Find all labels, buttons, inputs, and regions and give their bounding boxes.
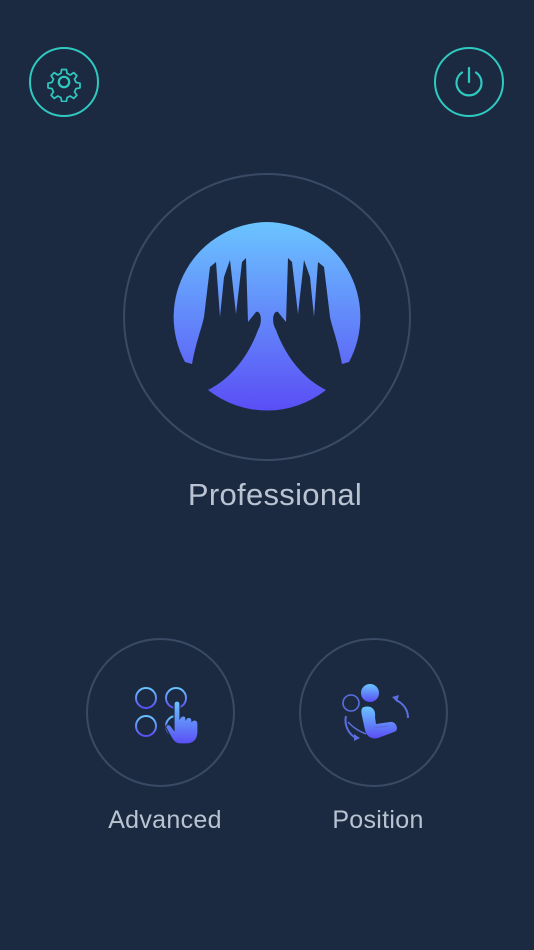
professional-icon-wrapper[interactable]	[172, 222, 362, 412]
power-button[interactable]	[434, 47, 504, 117]
gear-icon	[47, 68, 81, 102]
power-icon	[455, 66, 483, 97]
advanced-label: Advanced	[108, 806, 222, 834]
position-icon-wrapper[interactable]	[338, 680, 414, 746]
settings-button[interactable]	[29, 47, 99, 117]
recline-seat-icon	[342, 684, 409, 741]
advanced-icon-wrapper[interactable]	[130, 682, 205, 747]
position-label: Position	[332, 806, 424, 834]
grid-touch-icon	[135, 687, 199, 745]
professional-label: Professional	[187, 477, 363, 512]
hands-massage-icon	[173, 222, 361, 411]
